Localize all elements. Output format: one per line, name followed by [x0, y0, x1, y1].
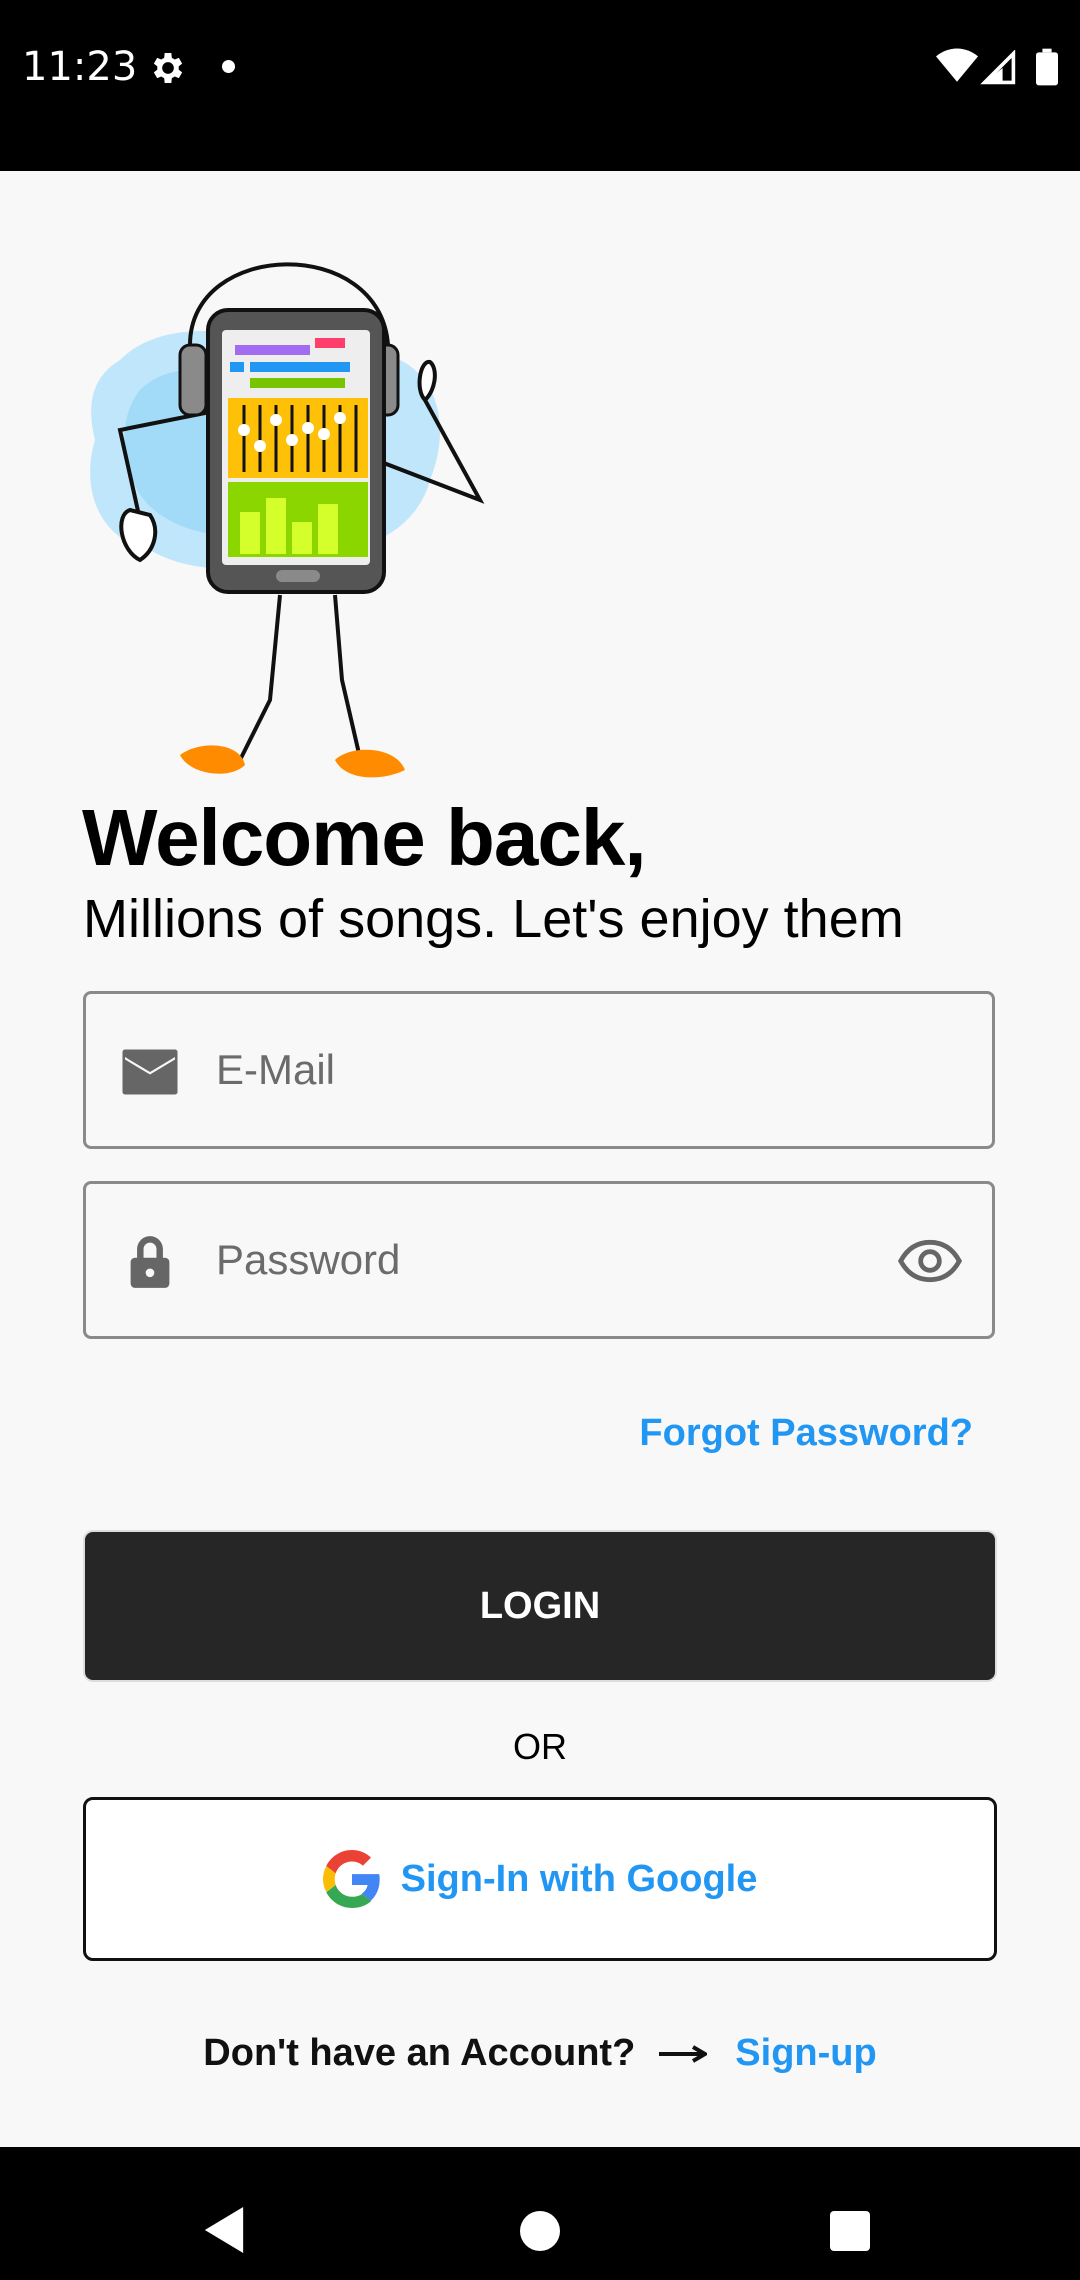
battery-icon	[1036, 48, 1058, 86]
gear-icon	[153, 53, 183, 83]
eye-icon[interactable]	[898, 1236, 962, 1286]
forgot-password-link[interactable]: Forgot Password?	[639, 1412, 973, 1455]
password-field[interactable]	[83, 1181, 995, 1339]
home-icon[interactable]	[520, 2211, 560, 2251]
mail-icon	[122, 1049, 178, 1095]
google-sign-in-label: Sign-In with Google	[400, 1857, 758, 1900]
signup-link[interactable]: Sign-up	[735, 2032, 876, 2075]
signup-prompt: Don't have an Account?	[203, 2032, 636, 2074]
login-button[interactable]: LOGIN	[83, 1530, 997, 1682]
arrow-right-icon	[659, 2044, 708, 2063]
email-input[interactable]	[216, 994, 836, 1146]
signup-row: Don't have an Account? Sign-up	[0, 2032, 1080, 2075]
password-input[interactable]	[216, 1184, 836, 1336]
notification-dot-icon	[222, 60, 235, 73]
recents-icon[interactable]	[830, 2211, 870, 2251]
lock-icon	[130, 1236, 170, 1288]
status-bar: 11:23	[0, 0, 1080, 171]
signal-icon	[980, 50, 1016, 85]
wifi-icon	[936, 48, 978, 82]
back-icon[interactable]	[204, 2207, 244, 2253]
google-g-icon	[322, 1850, 380, 1908]
or-divider-label: OR	[513, 1726, 567, 1767]
page-subtitle: Millions of songs. Let's enjoy them	[83, 889, 904, 949]
phone-headphones-character-illustration	[90, 262, 485, 778]
navigation-bar	[0, 2147, 1080, 2280]
status-time: 11:23	[22, 44, 138, 90]
email-field[interactable]	[83, 991, 995, 1149]
google-sign-in-button[interactable]: Sign-In with Google	[83, 1797, 997, 1961]
page-title: Welcome back,	[82, 793, 647, 882]
